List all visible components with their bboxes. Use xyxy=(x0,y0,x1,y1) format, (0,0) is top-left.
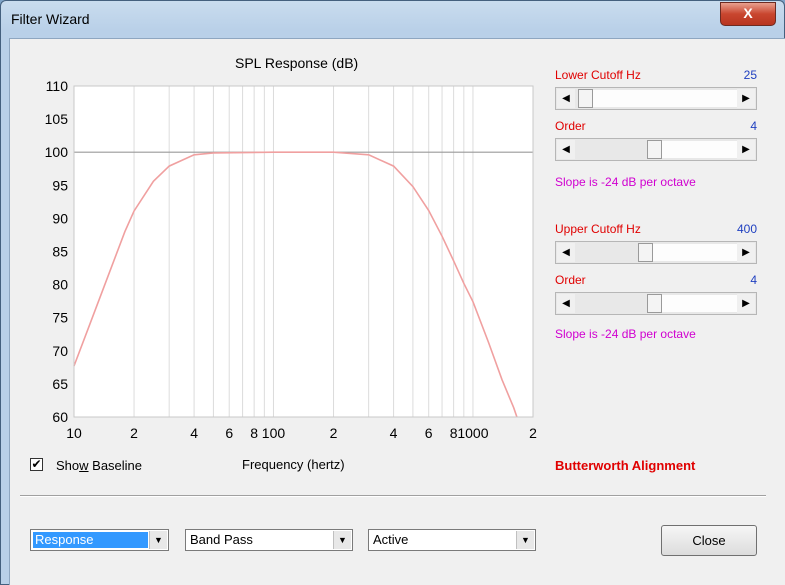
scroll-right-arrow-icon[interactable]: ▶ xyxy=(737,243,755,262)
lower-order-label: Order xyxy=(555,119,586,133)
x-tick-label: 6 xyxy=(225,425,233,441)
scroll-right-arrow-icon[interactable]: ▶ xyxy=(737,140,755,159)
y-tick-label: 100 xyxy=(45,144,69,160)
y-tick-label: 60 xyxy=(52,409,68,425)
scroll-left-arrow-icon[interactable]: ◀ xyxy=(557,243,575,262)
lower-cutoff-slider[interactable]: ◀ ▶ xyxy=(555,87,757,110)
y-tick-label: 105 xyxy=(45,111,69,127)
y-tick-label: 95 xyxy=(52,177,68,193)
lower-order-value: 4 xyxy=(750,119,757,133)
upper-order-value: 4 xyxy=(750,273,757,287)
upper-cutoff-slider[interactable]: ◀ ▶ xyxy=(555,241,757,264)
scroll-left-arrow-icon[interactable]: ◀ xyxy=(557,89,575,108)
filter-wizard-window: Filter Wizard X SPL Response (dB) 60 65 70… xyxy=(0,0,785,585)
scroll-left-arrow-icon[interactable]: ◀ xyxy=(557,140,575,159)
show-baseline-label[interactable]: Show Baseline xyxy=(56,458,142,473)
scroll-right-arrow-icon[interactable]: ▶ xyxy=(737,89,755,108)
show-baseline-label-part: Sho xyxy=(56,458,80,473)
x-tick-label: 4 xyxy=(390,425,398,441)
lower-order-slider[interactable]: ◀ ▶ xyxy=(555,138,757,161)
slider-track xyxy=(592,90,737,107)
x-tick-label: 1000 xyxy=(457,425,488,441)
y-tick-label: 70 xyxy=(52,343,68,359)
x-tick-label: 10 xyxy=(66,425,82,441)
slider-track xyxy=(662,295,737,312)
show-baseline-label-part: Baseline xyxy=(88,458,143,473)
lower-slope-text: Slope is -24 dB per octave xyxy=(555,175,696,189)
window-title: Filter Wizard xyxy=(11,11,90,27)
y-tick-label: 65 xyxy=(52,376,68,392)
x-tick-label: 2 xyxy=(529,425,537,441)
lower-cutoff-label: Lower Cutoff Hz xyxy=(555,68,641,82)
filter-type-select-value: Band Pass xyxy=(190,532,253,547)
scroll-left-arrow-icon[interactable]: ◀ xyxy=(557,294,575,313)
mode-select[interactable]: Active ▼ xyxy=(368,529,536,551)
slider-thumb[interactable] xyxy=(647,140,663,159)
slider-track xyxy=(662,141,737,158)
mode-select-value: Active xyxy=(373,532,409,547)
chevron-down-icon[interactable]: ▼ xyxy=(516,531,534,549)
slider-thumb[interactable] xyxy=(647,294,663,313)
x-tick-label: 2 xyxy=(130,425,138,441)
show-baseline-checkbox[interactable]: ✔ xyxy=(30,458,43,471)
slider-thumb[interactable] xyxy=(638,243,654,262)
upper-order-label: Order xyxy=(555,273,586,287)
chevron-down-icon[interactable]: ▼ xyxy=(149,531,167,549)
x-axis-label: Frequency (hertz) xyxy=(242,457,345,472)
upper-cutoff-label: Upper Cutoff Hz xyxy=(555,222,641,236)
chart-title: SPL Response (dB) xyxy=(235,55,359,71)
x-tick-label: 2 xyxy=(330,425,338,441)
view-select-value: Response xyxy=(33,532,148,548)
title-bar: Filter Wizard X xyxy=(1,1,784,37)
alignment-label: Butterworth Alignment xyxy=(555,458,696,473)
y-tick-label: 80 xyxy=(52,277,68,293)
view-select[interactable]: Response ▼ xyxy=(30,529,169,551)
filter-type-select[interactable]: Band Pass ▼ xyxy=(185,529,353,551)
x-tick-label: 100 xyxy=(262,425,286,441)
upper-slope-text: Slope is -24 dB per octave xyxy=(555,327,696,341)
chevron-down-icon[interactable]: ▼ xyxy=(333,531,351,549)
upper-cutoff-value: 400 xyxy=(736,222,757,236)
upper-order-slider[interactable]: ◀ ▶ xyxy=(555,292,757,315)
lower-cutoff-value: 25 xyxy=(743,68,757,82)
spl-response-chart: 6065707580859095100105110 10 2 4 6 8 100 2 4 6 8 1… xyxy=(45,79,537,441)
separator-line xyxy=(20,495,766,497)
y-tick-label: 110 xyxy=(46,79,69,94)
dialog-client-area: SPL Response (dB) 60 65 70 75 80 85 90 95 100 105… xyxy=(9,38,785,585)
close-button[interactable]: Close xyxy=(661,525,757,556)
y-tick-label: 90 xyxy=(52,210,68,226)
x-tick-label: 4 xyxy=(190,425,198,441)
slider-track xyxy=(653,244,737,261)
y-tick-label: 85 xyxy=(52,244,68,260)
y-tick-label: 75 xyxy=(52,310,68,326)
x-tick-label: 8 xyxy=(250,425,258,441)
scroll-right-arrow-icon[interactable]: ▶ xyxy=(737,294,755,313)
window-close-button[interactable]: X xyxy=(720,2,776,26)
show-baseline-accelerator: w xyxy=(79,458,89,473)
x-tick-label: 6 xyxy=(425,425,433,441)
slider-thumb[interactable] xyxy=(577,89,593,108)
